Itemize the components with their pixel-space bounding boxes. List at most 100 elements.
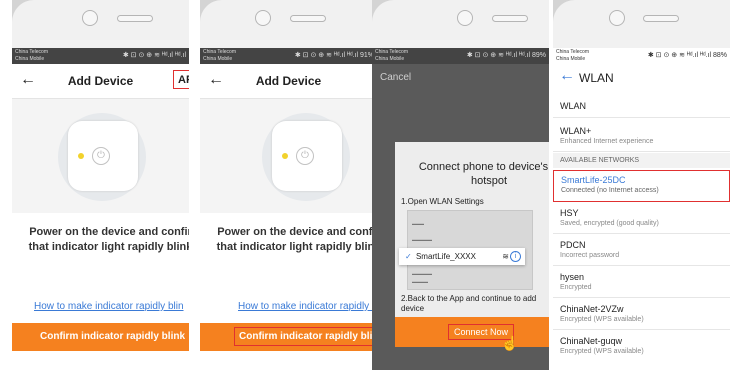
carrier-2: China Mobile [203, 56, 233, 62]
speaker-icon [643, 15, 679, 22]
phone-bezel [12, 0, 189, 48]
status-icons: ✱ ⊡ ⊙ ⊕ ≋ ᴴᵈ.ıl ᴴᵈ.ıl 88% [647, 52, 727, 59]
wlan-plus-sub: Enhanced Internet experience [560, 138, 654, 145]
network-row[interactable]: hysen Encrypted [553, 268, 730, 298]
network-row[interactable]: PDCN Incorrect password [553, 236, 730, 266]
speaker-icon [492, 15, 528, 22]
camera-icon [82, 10, 98, 26]
cancel-button[interactable]: Cancel [380, 72, 411, 83]
wlan-plus-label: WLAN+ [560, 126, 592, 136]
status-bar: China Telecom China Mobile ✱ ⊡ ⊙ ⊕ ≋ ᴴᵈ.ı… [553, 48, 730, 64]
wlan-title: WLAN [579, 71, 614, 85]
phone-bezel [200, 0, 377, 48]
device-illustration: ⏻ [12, 99, 189, 213]
thumb-row: ▬▬▬▬▬ [412, 271, 432, 276]
step-1-text: 1.Open WLAN Settings [401, 197, 484, 206]
network-status: Connected (no Internet access) [561, 187, 659, 194]
speaker-icon [117, 15, 153, 22]
network-row[interactable]: HSY Saved, encrypted (good quality) [553, 204, 730, 234]
instruction-text: Power on the device and confir that indi… [200, 225, 377, 255]
network-status: Saved, encrypted (good quality) [560, 220, 659, 227]
popup-network-name: SmartLife_XXXX [415, 252, 476, 261]
confirm-button-label: Confirm indicator rapidly blink [234, 327, 377, 346]
phone-add-device-2: China Telecom China Mobile ✱ ⊡ ⊙ ⊕ ≋ ᴴᵈ.ı… [200, 0, 377, 370]
check-icon: ✓ [405, 252, 412, 261]
network-name: hysen [560, 272, 585, 282]
device-illustration: ⏻ [200, 99, 377, 213]
dialog-title-line-1: Connect phone to device's w [418, 161, 549, 173]
phone-wlan: China Telecom China Mobile ✱ ⊡ ⊙ ⊕ ≋ ᴴᵈ.ı… [553, 0, 730, 370]
thumb-row: ▬▬▬▬ [412, 279, 428, 284]
phone-bezel [372, 0, 549, 48]
thumb-row: ▬▬▬▬▬ [412, 237, 432, 242]
hotspot-screen: Cancel Connect phone to device's w hotsp… [372, 64, 549, 370]
info-icon: i [510, 251, 521, 262]
carrier-1: China Telecom [556, 49, 589, 55]
wlan-header: ← WLAN [553, 64, 730, 92]
hotspot-dialog: Connect phone to device's w hotspot 1.Op… [395, 142, 549, 351]
carrier-1: China Telecom [15, 49, 48, 55]
network-row[interactable]: ChinaNet-guqw Encrypted (WPS available) [553, 332, 730, 362]
dialog-title-line-2: hotspot [470, 175, 508, 187]
instruction-line-2: that indicator light rapidly blink [28, 241, 189, 253]
carrier-1: China Telecom [203, 49, 236, 55]
network-name: SmartLife-25DC [561, 175, 626, 185]
wlan-toggle-label: WLAN [560, 101, 587, 111]
wifi-icon: ≋ [502, 252, 509, 261]
wlan-settings-screen: ← WLAN WLAN WLAN+ Enhanced Internet expe… [553, 64, 730, 370]
network-name: ChinaNet-guqw [560, 336, 623, 346]
smartlife-network-popup: ✓ SmartLife_XXXX ≋ i [399, 248, 525, 265]
camera-icon [255, 10, 271, 26]
network-status: Encrypted (WPS available) [560, 348, 644, 355]
network-name: PDCN [560, 240, 586, 250]
connect-now-button[interactable]: Connect Now ☝ [395, 317, 549, 351]
power-icon: ⏻ [92, 147, 110, 165]
carrier-2: China Mobile [556, 56, 586, 62]
network-row[interactable]: SmartLife-25DC Connected (no Internet ac… [553, 170, 730, 202]
confirm-button[interactable]: Confirm indicator rapidly blink [200, 323, 377, 351]
device-circle: ⏻ [58, 113, 146, 201]
help-link[interactable]: How to make indicator rapidly blin [238, 301, 377, 312]
thumb-row: ▬▬▬ [412, 221, 424, 226]
help-link[interactable]: How to make indicator rapidly blin [34, 301, 184, 312]
back-arrow-icon[interactable]: ← [559, 67, 575, 85]
camera-icon [609, 10, 625, 26]
status-bar: China Telecom China Mobile ✱ ⊡ ⊙ ⊕ ≋ ᴴᵈ.ı… [12, 48, 189, 64]
status-bar: China Telecom China Mobile ✱ ⊡ ⊙ ⊕ ≋ ᴴᵈ.ı… [200, 48, 377, 64]
speaker-icon [290, 15, 326, 22]
device-circle: ⏻ [262, 113, 350, 201]
page-title: Add Device [255, 74, 322, 88]
wlan-plus-row[interactable]: WLAN+ Enhanced Internet experience [553, 122, 730, 152]
power-icon: ⏻ [296, 147, 314, 165]
network-status: Encrypted (WPS available) [560, 316, 644, 323]
add-device-screen: ← Add Device ⏻ Power on the device and c… [200, 64, 377, 370]
status-bar: China Telecom China Mobile ✱ ⊡ ⊙ ⊕ ≋ ᴴᵈ.ı… [372, 48, 549, 64]
nav-bar: ← Add Device AP [12, 64, 189, 99]
carrier-1: China Telecom [375, 49, 408, 55]
ap-mode-button[interactable]: AP [173, 70, 189, 89]
camera-icon [457, 10, 473, 26]
confirm-button[interactable]: Confirm indicator rapidly blink [12, 323, 189, 351]
carrier-2: China Mobile [375, 56, 405, 62]
dialog-title: Connect phone to device's w hotspot [399, 160, 549, 188]
step-2-text: 2.Back to the App and continue to add de… [401, 294, 537, 313]
status-icons: ✱ ⊡ ⊙ ⊕ ≋ ᴴᵈ.ıl ᴴᵈ.ıl 89% [466, 52, 546, 59]
instruction-line-1: Power on the device and confir [217, 226, 377, 238]
phone-bezel [553, 0, 730, 48]
network-status: Incorrect password [560, 252, 620, 259]
status-icons: ✱ ⊡ ⊙ ⊕ ≋ ᴴᵈ.ıl ᴴᵈ.ıl 91% [294, 52, 374, 59]
network-name: ChinaNet-2VZw [560, 304, 624, 314]
network-row[interactable]: ChinaNet-2VZw Encrypted (WPS available) [553, 300, 730, 330]
indicator-light-icon [78, 153, 84, 159]
network-name: HSY [560, 208, 579, 218]
instruction-line-1: Power on the device and confir [29, 226, 189, 238]
indicator-light-icon [282, 153, 288, 159]
phone-hotspot: China Telecom China Mobile ✱ ⊡ ⊙ ⊕ ≋ ᴴᵈ.ı… [372, 0, 549, 370]
network-status: Encrypted [560, 284, 592, 291]
section-header: AVAILABLE NETWORKS [553, 153, 730, 168]
page-title: Add Device [67, 74, 134, 88]
phone-add-device-1: China Telecom China Mobile ✱ ⊡ ⊙ ⊕ ≋ ᴴᵈ.ı… [12, 0, 189, 370]
add-device-screen: ← Add Device AP ⏻ Power on the device an… [12, 64, 189, 370]
wlan-toggle-row[interactable]: WLAN [553, 94, 730, 118]
carrier-2: China Mobile [15, 56, 45, 62]
